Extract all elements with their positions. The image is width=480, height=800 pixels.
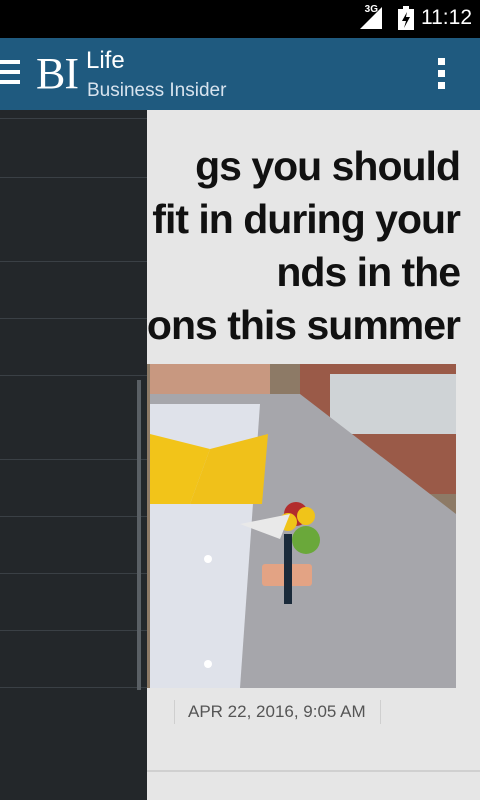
drawer-item[interactable] bbox=[0, 177, 147, 178]
app-logo: BI bbox=[36, 49, 79, 98]
app-subtitle: Business Insider bbox=[87, 80, 227, 101]
drawer-item[interactable] bbox=[0, 687, 147, 688]
section-title: Life bbox=[86, 47, 125, 74]
drawer-item[interactable] bbox=[0, 516, 147, 517]
divider bbox=[174, 700, 175, 724]
more-options-icon[interactable] bbox=[438, 58, 446, 92]
signal-icon bbox=[360, 7, 382, 29]
drawer-item[interactable] bbox=[0, 318, 147, 319]
drawer-item[interactable] bbox=[0, 573, 147, 574]
drawer-item[interactable] bbox=[0, 118, 147, 119]
battery-icon bbox=[398, 6, 414, 30]
drawer-item[interactable] bbox=[0, 630, 147, 631]
status-bar: 3G 11:12 bbox=[0, 0, 480, 38]
drawer-item[interactable] bbox=[0, 261, 147, 262]
drawer-item[interactable] bbox=[0, 375, 147, 376]
publish-date: APR 22, 2016, 9:05 AM bbox=[188, 702, 366, 721]
divider bbox=[380, 700, 381, 724]
navigation-drawer[interactable] bbox=[0, 110, 147, 800]
scrollbar[interactable] bbox=[137, 380, 141, 690]
app-bar: BI Life Business Insider bbox=[0, 38, 480, 110]
menu-icon[interactable] bbox=[0, 60, 20, 88]
drawer-item[interactable] bbox=[0, 459, 147, 460]
clock: 11:12 bbox=[421, 6, 472, 29]
